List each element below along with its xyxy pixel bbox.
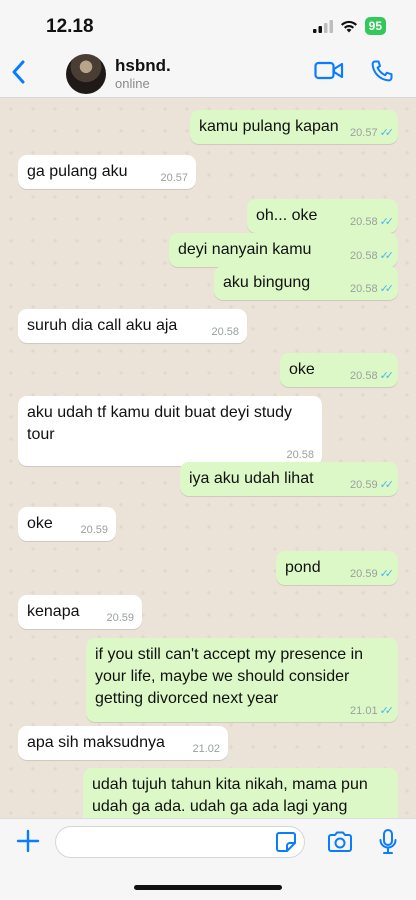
- status-icons: 95: [312, 17, 386, 35]
- camera-icon[interactable]: [326, 830, 354, 854]
- message-time: 20.59: [350, 479, 378, 491]
- message-meta: 20.58: [211, 326, 239, 338]
- message-time: 21.01: [350, 705, 378, 717]
- message-meta: 20.59 ✓✓: [350, 479, 395, 491]
- message-bubble-incoming[interactable]: kenapa 20.59: [18, 595, 142, 629]
- plus-icon[interactable]: [16, 829, 40, 853]
- message-bubble-incoming[interactable]: apa sih maksudnya 21.02: [18, 726, 228, 760]
- message-time: 20.58: [211, 326, 239, 338]
- message-meta: 20.58: [286, 449, 314, 461]
- message-meta: 20.58 ✓✓: [350, 250, 395, 262]
- back-chevron-icon[interactable]: [8, 58, 30, 86]
- phone-call-icon[interactable]: [370, 59, 394, 83]
- message-meta: 20.57: [160, 172, 188, 184]
- message-meta: 20.58 ✓✓: [350, 216, 395, 228]
- message-bubble-outgoing[interactable]: kamu pulang kapan 20.57 ✓✓: [190, 110, 398, 144]
- message-time: 20.57: [160, 172, 188, 184]
- message-text: if you still can't accept my presence in…: [95, 646, 364, 707]
- message-text: udah tujuh tahun kita nikah, mama pun ud…: [92, 776, 368, 815]
- message-meta: 20.59 ✓✓: [350, 568, 395, 580]
- message-time: 21.02: [192, 743, 220, 755]
- message-bubble-outgoing[interactable]: oh... oke 20.58 ✓✓: [247, 199, 398, 233]
- message-input[interactable]: [55, 826, 305, 858]
- message-time: 20.58: [350, 370, 378, 382]
- message-text: apa sih maksudnya: [27, 734, 165, 751]
- read-ticks-icon: ✓✓: [379, 568, 395, 580]
- chat-header: hsbnd. online: [0, 46, 416, 98]
- message-meta: 21.02: [192, 743, 220, 755]
- read-ticks-icon: ✓✓: [379, 216, 395, 228]
- read-ticks-icon: ✓✓: [379, 127, 395, 139]
- message-time: 20.57: [350, 127, 378, 139]
- status-time: 12.18: [46, 16, 94, 37]
- contact-status: online: [115, 76, 150, 91]
- signal-icon: [312, 19, 333, 33]
- message-bubble-incoming[interactable]: suruh dia call aku aja 20.58: [18, 309, 247, 343]
- home-indicator: [134, 885, 282, 890]
- sticker-icon[interactable]: [274, 830, 298, 854]
- message-meta: 20.59: [106, 612, 134, 624]
- message-bubble-outgoing[interactable]: deyi nanyain kamu 20.58 ✓✓: [169, 233, 398, 267]
- composer-bar: [0, 818, 416, 900]
- message-text: aku udah tf kamu duit buat deyi study to…: [27, 404, 293, 443]
- message-bubble-incoming[interactable]: aku udah tf kamu duit buat deyi study to…: [18, 396, 322, 466]
- wifi-icon: [340, 20, 357, 32]
- message-bubble-outgoing[interactable]: udah tujuh tahun kita nikah, mama pun ud…: [83, 768, 398, 818]
- message-time: 20.58: [350, 216, 378, 228]
- microphone-icon[interactable]: [378, 828, 398, 856]
- read-ticks-icon: ✓✓: [379, 705, 395, 717]
- message-meta: 20.59: [80, 524, 108, 536]
- video-call-icon[interactable]: [314, 60, 344, 82]
- message-bubble-incoming[interactable]: ga pulang aku 20.57: [18, 155, 196, 189]
- message-text: suruh dia call aku aja: [27, 317, 178, 334]
- message-time: 20.58: [350, 283, 378, 295]
- message-bubble-outgoing[interactable]: iya aku udah lihat 20.59 ✓✓: [180, 462, 398, 496]
- message-bubble-incoming[interactable]: oke 20.59: [18, 507, 116, 541]
- message-time: 20.59: [106, 612, 134, 624]
- message-meta: 20.57 ✓✓: [350, 127, 395, 139]
- message-meta: 21.01 ✓✓: [350, 705, 395, 717]
- message-time: 20.58: [286, 449, 314, 461]
- message-time: 20.59: [350, 568, 378, 580]
- read-ticks-icon: ✓✓: [379, 283, 395, 295]
- message-list[interactable]: kamu pulang kapan 20.57 ✓✓ ga pulang aku …: [0, 98, 416, 818]
- message-bubble-outgoing[interactable]: pond 20.59 ✓✓: [276, 551, 398, 585]
- message-time: 20.59: [80, 524, 108, 536]
- message-bubble-outgoing[interactable]: if you still can't accept my presence in…: [86, 638, 398, 722]
- message-meta: 20.58 ✓✓: [350, 370, 395, 382]
- message-bubble-outgoing[interactable]: oke 20.58 ✓✓: [280, 353, 398, 387]
- message-meta: 20.58 ✓✓: [350, 283, 395, 295]
- status-bar: 12.18 95: [0, 0, 416, 46]
- message-time: 20.58: [350, 250, 378, 262]
- message-bubble-outgoing[interactable]: aku bingung 20.58 ✓✓: [214, 266, 398, 300]
- read-ticks-icon: ✓✓: [379, 370, 395, 382]
- read-ticks-icon: ✓✓: [379, 479, 395, 491]
- read-ticks-icon: ✓✓: [379, 250, 395, 262]
- contact-avatar[interactable]: [66, 54, 106, 94]
- contact-name[interactable]: hsbnd.: [115, 56, 171, 76]
- battery-indicator: 95: [364, 17, 386, 35]
